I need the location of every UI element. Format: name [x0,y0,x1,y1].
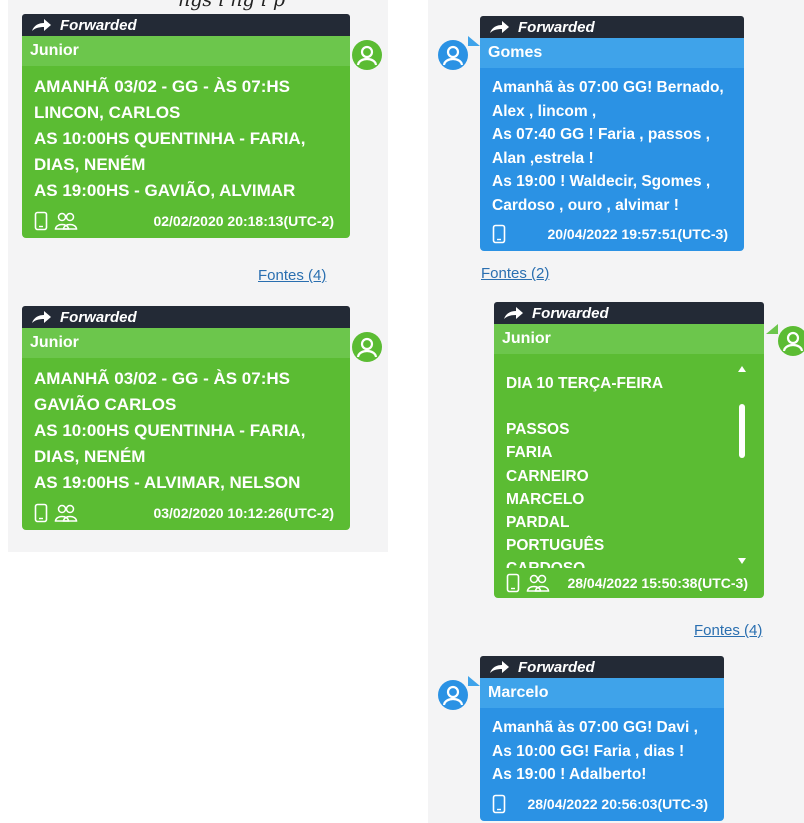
forward-arrow-icon [490,21,509,33]
timestamp: 03/02/2020 10:12:26(UTC-2) [153,505,334,521]
message-footer: 20/04/2022 19:57:51(UTC-3) [492,217,732,251]
message-text: Amanhã às 07:00 GG! Bernado, Alex , linc… [492,79,724,214]
message-footer: 03/02/2020 10:12:26(UTC-2) [34,496,338,530]
bubble-tail [468,676,480,686]
user-avatar-icon[interactable] [778,326,804,356]
forwarded-label: Forwarded [60,16,137,34]
forwarded-label: Forwarded [60,308,137,326]
timestamp: 28/04/2022 15:50:38(UTC-3) [567,575,748,591]
message-footer: 28/04/2022 15:50:38(UTC-3) [506,568,752,598]
message-bubble: Forwarded Junior AMANHÃ 03/02 - GG - ÀS … [22,14,350,238]
message-bubble: Forwarded Gomes Amanhã às 07:00 GG! Bern… [480,16,744,251]
phone-icon [34,503,48,523]
timestamp: 28/04/2022 20:56:03(UTC-3) [527,795,708,812]
timestamp: 02/02/2020 20:18:13(UTC-2) [153,213,334,229]
message-bubble: Forwarded Junior AMANHÃ 03/02 - GG - ÀS … [22,306,350,530]
message-text: Amanhã às 07:00 GG! Davi , As 10:00 GG! … [492,719,698,783]
message-text: AMANHÃ 03/02 - GG - ÀS 07:HS LINCON, CAR… [34,77,306,200]
fontes-link[interactable]: Fontes (2) [481,265,549,282]
scroll-up-arrow[interactable] [738,366,746,372]
message-footer: 28/04/2022 20:56:03(UTC-3) [492,787,712,821]
message-text: AMANHÃ 03/02 - GG - ÀS 07:HS GAVIÃO CARL… [34,369,306,492]
fontes-link[interactable]: Fontes (4) [258,267,326,284]
bubble-tail [766,324,778,334]
timestamp: 20/04/2022 19:57:51(UTC-3) [547,226,728,242]
forwarded-label: Forwarded [518,18,595,36]
user-avatar-icon[interactable] [438,680,468,710]
message-bubble: Forwarded Marcelo Amanhã às 07:00 GG! Da… [480,656,724,821]
scroll-down-arrow[interactable] [738,558,746,564]
message-footer: 02/02/2020 20:18:13(UTC-2) [34,204,338,238]
message-text: DIA 10 TERÇA-FEIRA PASSOS FARIA CARNEIRO… [506,375,664,568]
message-body: DIA 10 TERÇA-FEIRA PASSOS FARIA CARNEIRO… [494,354,764,598]
sender-name: Junior [22,36,350,66]
sender-name: Marcelo [480,678,724,708]
forward-arrow-icon [504,307,523,319]
message-body: Amanhã às 07:00 GG! Davi , As 10:00 GG! … [480,708,724,821]
bubble-tail [338,36,350,46]
sender-name: Junior [22,328,350,358]
forwarded-label: Forwarded [532,304,609,322]
forward-arrow-icon [32,311,51,323]
sender-name: Gomes [480,38,744,68]
user-avatar-icon[interactable] [352,40,382,70]
user-avatar-icon[interactable] [438,40,468,70]
sender-name: Junior [494,324,764,354]
group-icon [54,212,78,230]
message-body: AMANHÃ 03/02 - GG - ÀS 07:HS LINCON, CAR… [22,66,350,238]
bubble-tail [468,36,480,46]
forwarded-bar: Forwarded [480,656,724,678]
scrollbar[interactable] [738,354,746,564]
group-icon [526,574,550,592]
forwarded-bar: Forwarded [494,302,764,324]
phone-icon [506,573,520,593]
forwarded-bar: Forwarded [480,16,744,38]
fontes-link[interactable]: Fontes (4) [694,622,762,639]
forwarded-label: Forwarded [518,658,595,676]
message-bubble: Forwarded Junior DIA 10 TERÇA-FEIRA PASS… [494,302,764,598]
message-body: Amanhã às 07:00 GG! Bernado, Alex , linc… [480,68,744,251]
scrollbar-thumb[interactable] [739,404,745,458]
cropped-heading: ngs i ng i p [178,0,286,11]
forwarded-bar: Forwarded [22,306,350,328]
group-icon [54,504,78,522]
phone-icon [34,211,48,231]
phone-icon [492,794,506,813]
forward-arrow-icon [32,19,51,31]
message-body: AMANHÃ 03/02 - GG - ÀS 07:HS GAVIÃO CARL… [22,358,350,530]
phone-icon [492,224,506,244]
user-avatar-icon[interactable] [352,332,382,362]
forward-arrow-icon [490,661,509,673]
scrollable-message-area[interactable]: DIA 10 TERÇA-FEIRA PASSOS FARIA CARNEIRO… [506,354,752,568]
forwarded-bar: Forwarded [22,14,350,36]
bubble-tail [338,328,350,338]
